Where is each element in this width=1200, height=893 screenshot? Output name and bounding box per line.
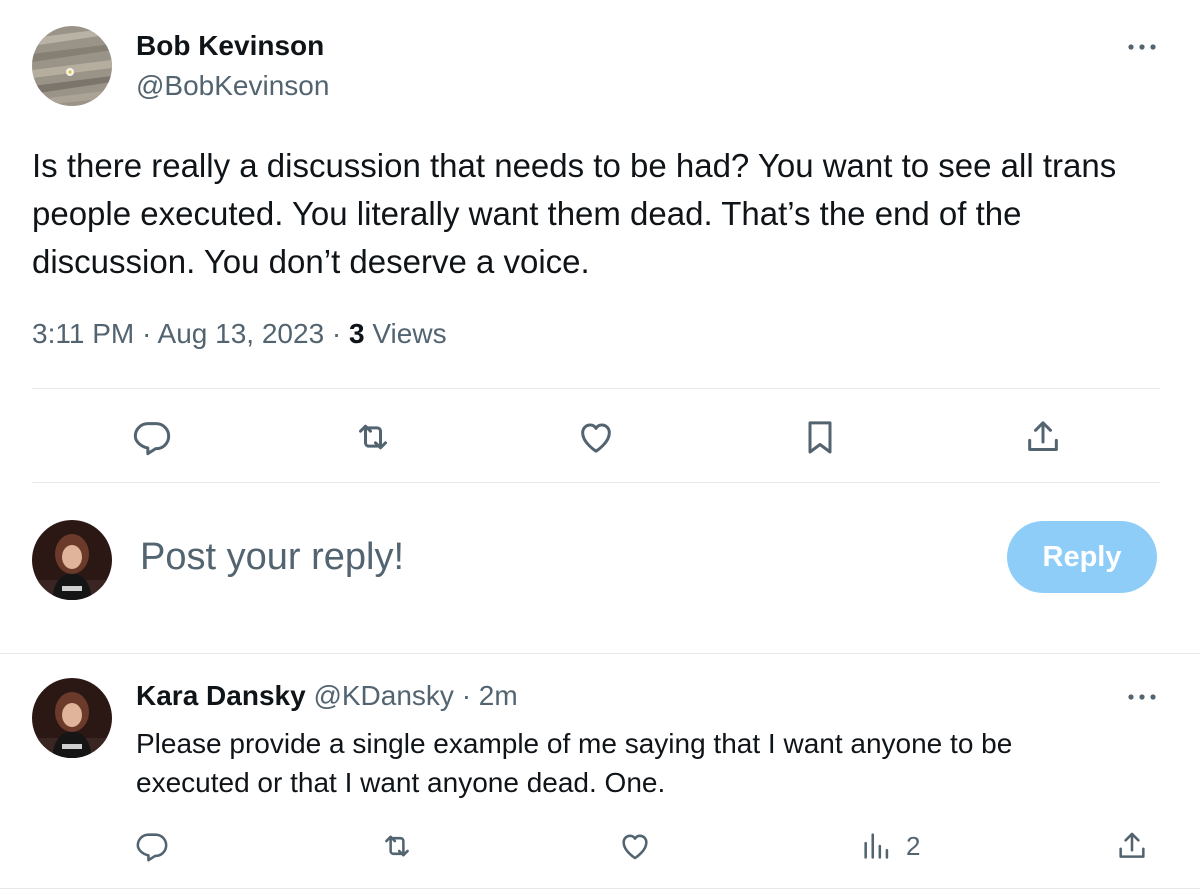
- repost-button[interactable]: [353, 417, 393, 457]
- divider: [0, 653, 1200, 654]
- share-icon: [1119, 832, 1145, 858]
- reply-more-options-button[interactable]: [1122, 682, 1162, 712]
- divider: [0, 888, 1200, 889]
- divider: [32, 482, 1160, 483]
- share-button[interactable]: [1023, 417, 1063, 457]
- views-icon: [864, 833, 889, 859]
- reply-views-button[interactable]: 2: [860, 829, 920, 863]
- share-icon: [1028, 421, 1058, 451]
- reply-icon: [133, 422, 171, 456]
- reply-submit-button[interactable]: Reply: [1007, 521, 1157, 593]
- reply-header: Kara Dansky @KDansky · 2m: [136, 680, 518, 711]
- reply-author-avatar[interactable]: [32, 678, 112, 758]
- more-horizontal-icon: [1128, 44, 1156, 50]
- reply-author-handle[interactable]: @KDansky: [313, 680, 453, 711]
- retweet-icon: [385, 835, 409, 857]
- author-avatar[interactable]: [32, 26, 112, 106]
- more-horizontal-icon: [1128, 694, 1156, 700]
- like-icon: [581, 423, 611, 453]
- like-button[interactable]: [576, 417, 616, 457]
- bookmark-icon: [808, 421, 832, 454]
- like-icon: [622, 834, 648, 860]
- reply-repost-button[interactable]: [380, 829, 414, 863]
- reply-button[interactable]: [132, 417, 172, 457]
- reply-text: Please provide a single example of me sa…: [136, 728, 1013, 798]
- author-handle[interactable]: @BobKevinson: [136, 70, 329, 102]
- retweet-icon: [359, 424, 387, 450]
- reply-share-button[interactable]: [1115, 829, 1149, 863]
- reply-icon: [136, 833, 168, 862]
- reply-reply-button[interactable]: [135, 829, 169, 863]
- tweet-date[interactable]: Aug 13, 2023: [158, 318, 325, 349]
- reply-views-count: 2: [906, 830, 921, 861]
- reply-author-name[interactable]: Kara Dansky: [136, 680, 306, 711]
- views-count: 3: [349, 318, 365, 349]
- tweet-meta: 3:11 PM · Aug 13, 2023 · 3 Views: [32, 318, 447, 349]
- reply-time[interactable]: 2m: [479, 680, 518, 711]
- tweet-time[interactable]: 3:11 PM: [32, 318, 134, 349]
- tweet-text: Is there really a discussion that needs …: [32, 147, 1117, 280]
- more-options-button[interactable]: [1122, 32, 1162, 62]
- reply-input[interactable]: [140, 533, 960, 581]
- divider: [32, 388, 1160, 389]
- bookmark-button[interactable]: [800, 417, 840, 457]
- reply-like-button[interactable]: [618, 829, 652, 863]
- author-name[interactable]: Bob Kevinson: [136, 30, 324, 62]
- views-label: Views: [372, 318, 447, 349]
- user-avatar[interactable]: [32, 520, 112, 600]
